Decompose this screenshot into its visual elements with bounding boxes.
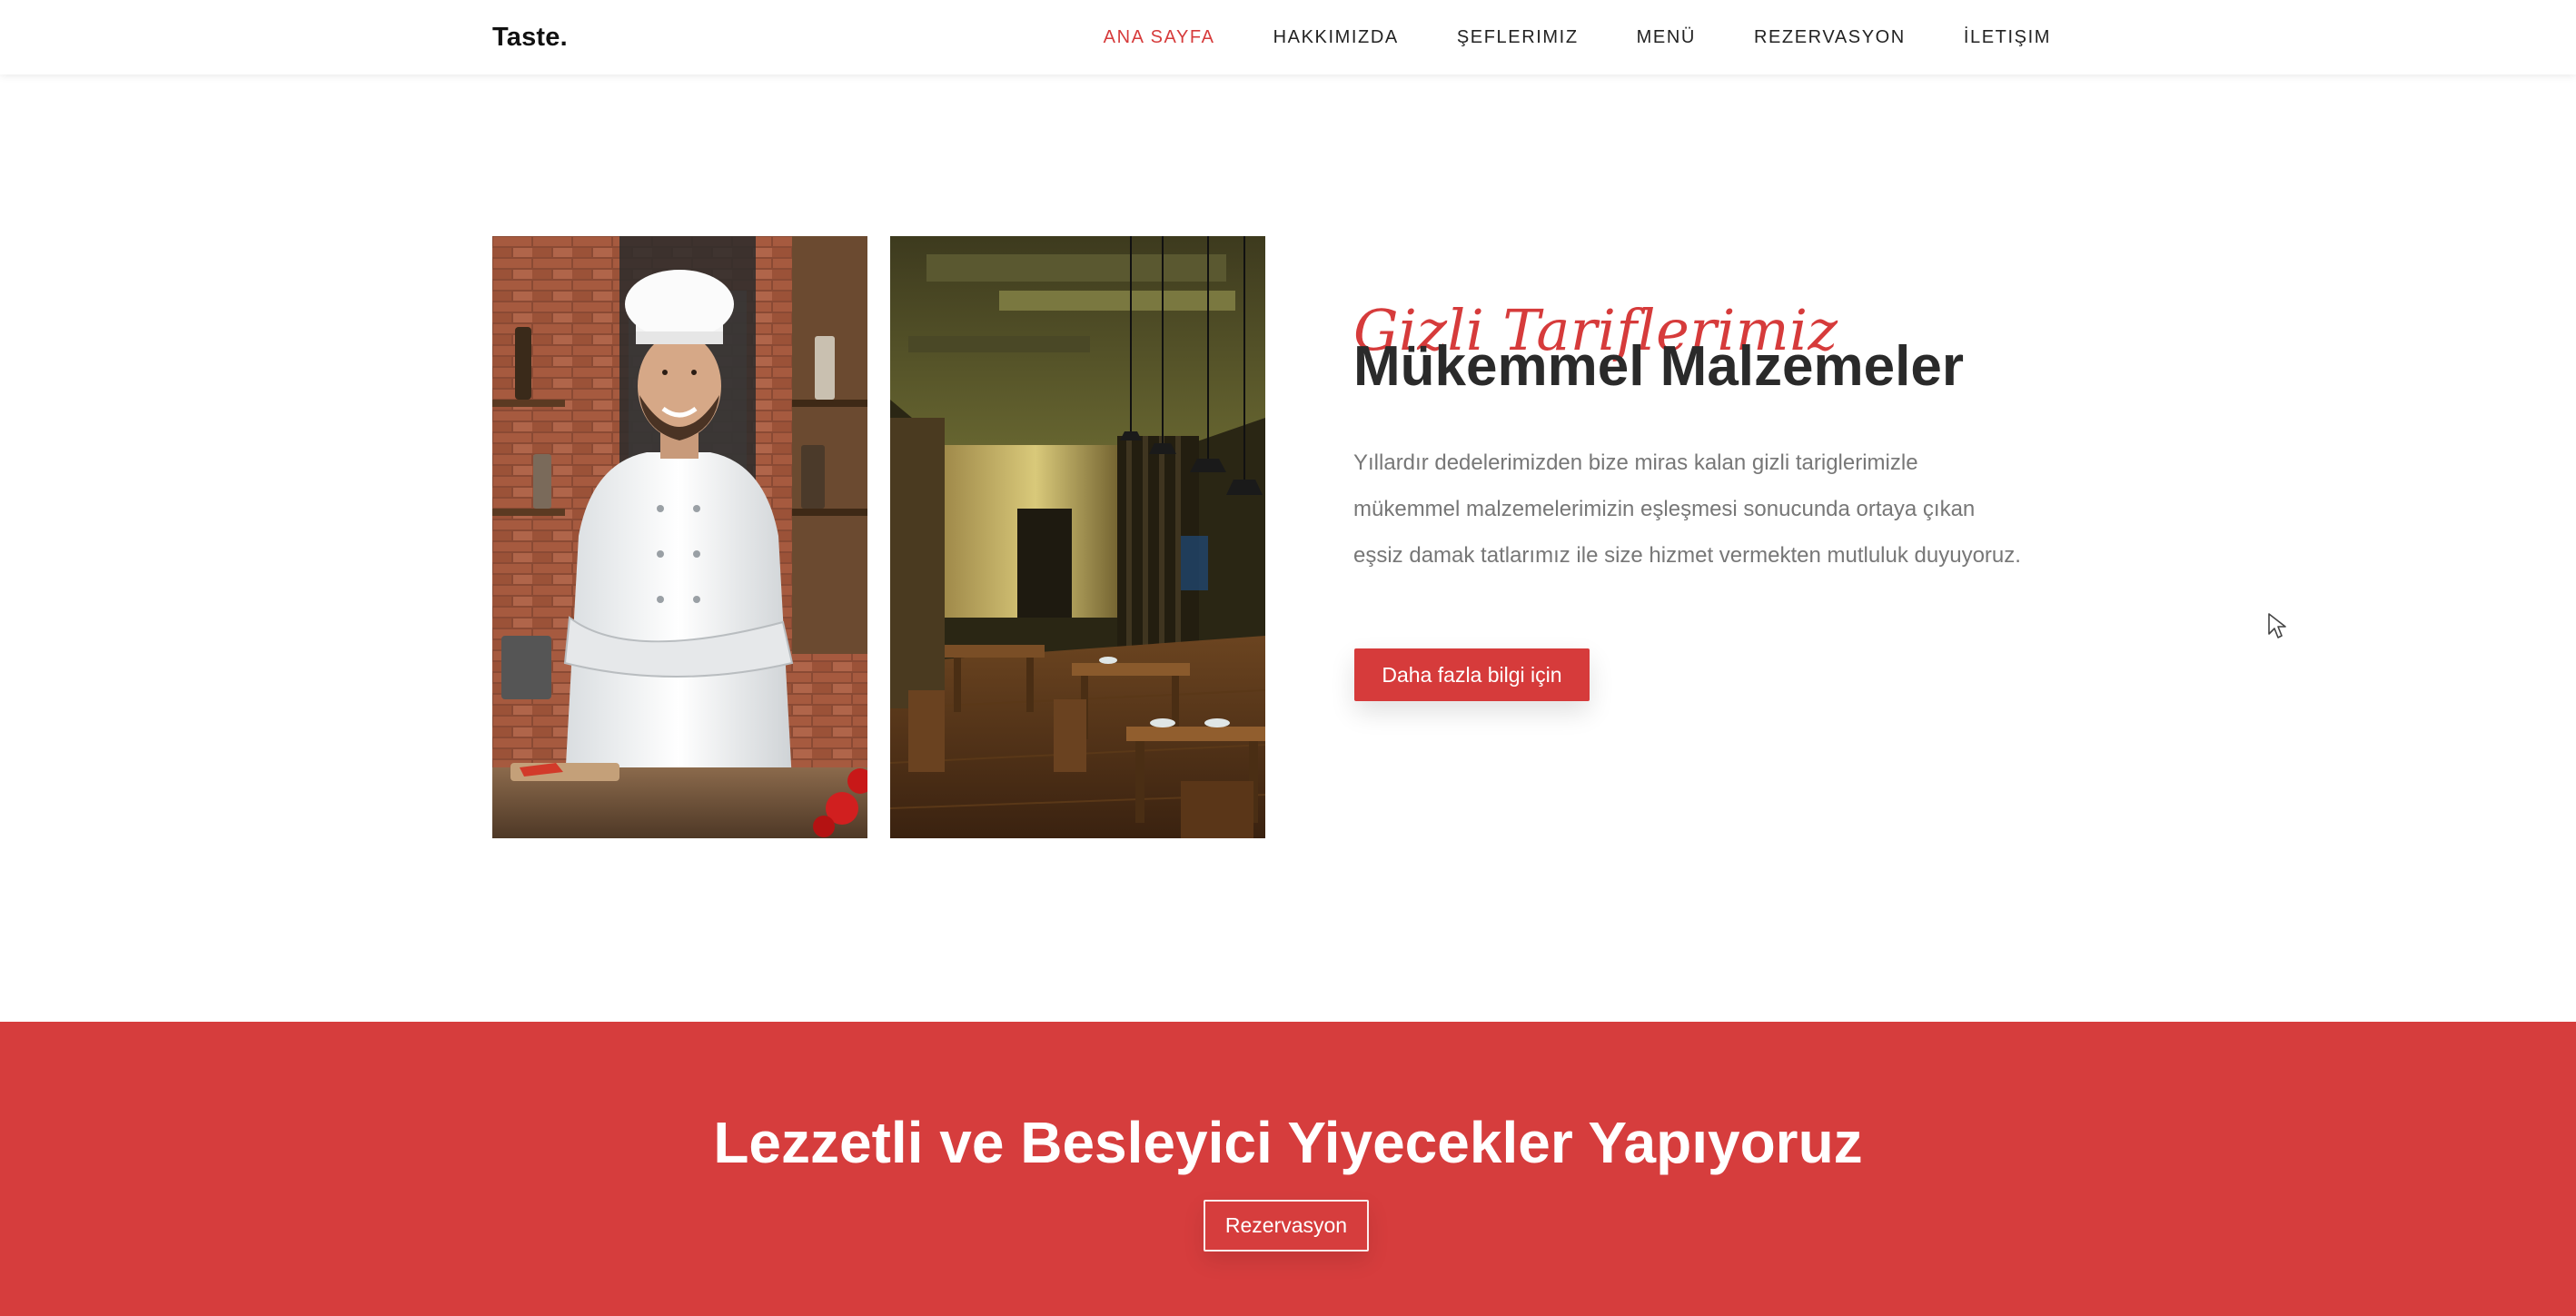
nav-item-reservation[interactable]: REZERVASYON: [1754, 27, 1906, 48]
restaurant-interior-photo: [890, 236, 1265, 838]
section-title: Mükemmel Malzemeler: [1353, 335, 1964, 398]
reservation-button[interactable]: Rezervasyon: [1204, 1200, 1369, 1252]
mouse-cursor-icon: [2268, 613, 2286, 638]
about-paragraph: Yıllardır dedelerimizden bize miras kala…: [1353, 450, 2021, 568]
nav-item-contact[interactable]: İLETIŞIM: [1964, 27, 2051, 48]
cta-title: Lezzetli ve Besleyici Yiyecekler Yapıyor…: [713, 1110, 1863, 1175]
nav-item-chefs[interactable]: ŞEFLERIMIZ: [1457, 27, 1579, 48]
top-navbar: Taste. ANA SAYFA HAKKIMIZDA ŞEFLERIMIZ M…: [0, 0, 2576, 74]
main-nav: ANA SAYFA HAKKIMIZDA ŞEFLERIMIZ MENÜ REZ…: [1104, 16, 2051, 58]
brand-logo[interactable]: Taste.: [492, 16, 568, 58]
more-info-button[interactable]: Daha fazla bilgi için: [1354, 648, 1590, 701]
about-section: Gizli Tariflerimiz Mükemmel Malzemeler Y…: [0, 74, 2576, 1022]
cta-banner: Lezzetli ve Besleyici Yiyecekler Yapıyor…: [0, 1022, 2576, 1316]
nav-item-home[interactable]: ANA SAYFA: [1104, 27, 1215, 48]
nav-item-menu[interactable]: MENÜ: [1637, 27, 1696, 48]
chef-photo: [492, 236, 867, 838]
nav-item-about[interactable]: HAKKIMIZDA: [1273, 27, 1399, 48]
